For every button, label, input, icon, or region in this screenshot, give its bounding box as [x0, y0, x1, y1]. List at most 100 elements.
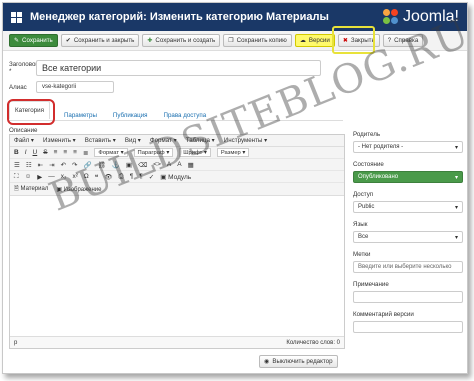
help-button[interactable]: ? Справка: [382, 34, 424, 47]
menu-view[interactable]: Вид ▾: [125, 137, 141, 144]
undo-icon[interactable]: ↶: [61, 161, 66, 169]
language-select[interactable]: Все ▾: [353, 231, 463, 243]
source-icon[interactable]: ¶: [139, 173, 143, 180]
tab-options[interactable]: Параметры: [62, 112, 99, 119]
chevron-down-icon: ▾: [454, 204, 458, 211]
outdent-icon[interactable]: ⇤: [38, 161, 43, 169]
save-button[interactable]: ✎ Сохранить: [9, 34, 58, 47]
editor-toolbar-row-2: ☰ ☷ ⇤ ⇥ ↶ ↷ 🔗 ⛓ ⚓ ▣ ⌫ <> A A ▦: [10, 159, 344, 171]
tab-highlight: [7, 99, 55, 125]
code-icon[interactable]: <>: [153, 161, 161, 168]
bullet-list-icon[interactable]: ☰: [14, 161, 20, 169]
toggle-editor-button[interactable]: ◉ Выключить редактор: [259, 355, 338, 368]
state-label: Состояние: [353, 161, 384, 168]
page-title: Менеджер категорий: Изменить категорию М…: [30, 11, 329, 23]
font-select[interactable]: Шрифт ▾: [179, 148, 211, 157]
alias-label: Алиас: [9, 83, 27, 91]
title-row: Заголовок * Все категории: [9, 60, 321, 76]
state-select[interactable]: Опубликовано ▾: [353, 171, 463, 183]
italic-icon[interactable]: I: [25, 149, 27, 156]
spellcheck-icon[interactable]: ✓: [149, 173, 154, 181]
versions-highlight: [332, 26, 375, 54]
menu-table[interactable]: Таблица ▾: [186, 137, 215, 144]
tab-publishing[interactable]: Публикация: [111, 112, 150, 119]
format-select[interactable]: Формат ▾: [94, 148, 128, 157]
menu-tools[interactable]: Инструменты ▾: [224, 137, 267, 144]
bold-icon[interactable]: B: [14, 149, 19, 156]
redo-icon[interactable]: ↷: [72, 161, 77, 169]
description-label: Описание: [9, 127, 38, 134]
indent-icon[interactable]: ⇥: [49, 161, 54, 169]
module-button[interactable]: ▣ Модуль: [160, 173, 191, 181]
title-input[interactable]: Все категории: [36, 60, 321, 76]
word-count: Количество слов: 0: [286, 339, 340, 346]
parent-label: Родитель: [353, 131, 381, 138]
fullscreen-icon[interactable]: ⛶: [14, 173, 19, 181]
toolbar: ✎ Сохранить ✔ Сохранить и закрыть ✚ Сохрани…: [3, 31, 467, 51]
article-button[interactable]: 🗎 Материал: [14, 184, 48, 194]
chevron-down-icon: ▾: [454, 234, 458, 241]
clear-format-icon[interactable]: ⌫: [138, 161, 147, 169]
access-select[interactable]: Public ▾: [353, 201, 463, 213]
background-color-icon[interactable]: A: [177, 161, 181, 168]
link-icon[interactable]: 🔗: [83, 161, 91, 169]
language-label: Язык: [353, 221, 368, 228]
print-icon[interactable]: ⎙: [119, 173, 124, 181]
paragraph-select[interactable]: Параграф ▾: [133, 148, 174, 157]
editor-menubar: Файл ▾ Изменить ▾ Вставить ▾ Вид ▾ Форма…: [10, 135, 344, 147]
align-left-icon[interactable]: ≡: [54, 149, 58, 156]
note-input[interactable]: [353, 291, 463, 303]
anchor-icon[interactable]: ⚓: [112, 161, 120, 169]
charmap-icon[interactable]: Ω: [84, 173, 89, 180]
emoticons-icon[interactable]: ☺: [25, 173, 32, 180]
save-close-button[interactable]: ✔ Сохранить и закрыть: [60, 34, 140, 47]
editor-toolbar-row-1: B I U S ≡ ≡ ≡ ≣ Формат ▾ Параграф ▾ Шриф…: [10, 147, 344, 159]
preview-icon[interactable]: 👁: [104, 173, 112, 181]
header-bar: Менеджер категорий: Изменить категорию М…: [3, 3, 467, 31]
app-window: Менеджер категорий: Изменить категорию М…: [2, 2, 468, 374]
save-copy-button[interactable]: ❐ Сохранить копию: [223, 34, 292, 47]
text-color-icon[interactable]: A: [167, 161, 171, 168]
media-icon[interactable]: ▶: [37, 173, 42, 181]
versions-button[interactable]: ☁ Версии: [294, 34, 335, 47]
image-button[interactable]: ▣ Изображение: [56, 186, 101, 193]
parent-select[interactable]: - Нет родителя - ▾: [353, 141, 463, 153]
size-select[interactable]: Размер ▾: [216, 148, 250, 157]
version-note-input[interactable]: [353, 321, 463, 333]
table-icon[interactable]: ▦: [188, 161, 194, 169]
sidebar: Родитель - Нет родителя - ▾ Состояние Опу…: [353, 127, 463, 333]
blockquote-icon[interactable]: ❝: [95, 173, 99, 181]
copy-icon: ❐: [228, 38, 234, 44]
chevron-down-icon: ▾: [454, 144, 458, 151]
tags-input[interactable]: Введите или выберите несколько: [353, 261, 463, 273]
unlink-icon[interactable]: ⛓: [98, 161, 106, 169]
menu-insert[interactable]: Вставить ▾: [85, 137, 116, 144]
strikethrough-icon[interactable]: S: [43, 149, 47, 156]
tab-permissions[interactable]: Права доступа: [162, 112, 209, 119]
alias-row: Алиас vse-kategorii: [9, 81, 114, 93]
hr-icon[interactable]: —: [48, 173, 55, 180]
joomla-logo[interactable]: Joomla!: [382, 8, 459, 26]
superscript-icon[interactable]: x²: [72, 173, 77, 180]
save-new-button[interactable]: ✚ Сохранить и создать: [142, 34, 221, 47]
align-justify-icon[interactable]: ≣: [83, 149, 88, 157]
chevron-down-icon: ▾: [454, 174, 458, 181]
menu-edit[interactable]: Изменить ▾: [43, 137, 76, 144]
pilcrow-icon[interactable]: ¶: [130, 173, 134, 180]
editor-content-area[interactable]: [10, 210, 344, 336]
editor-statusbar: p Количество слов: 0: [10, 336, 344, 348]
versions-icon: ☁: [299, 38, 306, 44]
underline-icon[interactable]: U: [33, 149, 38, 156]
eye-icon: ◉: [264, 358, 270, 365]
align-center-icon[interactable]: ≡: [63, 149, 67, 156]
image-icon[interactable]: ▣: [126, 161, 132, 169]
plus-icon: ✚: [147, 38, 153, 44]
align-right-icon[interactable]: ≡: [73, 149, 77, 156]
subscript-icon[interactable]: x₂: [61, 173, 67, 180]
alias-input[interactable]: vse-kategorii: [36, 81, 114, 93]
note-label: Примечание: [353, 281, 389, 288]
numbered-list-icon[interactable]: ☷: [26, 161, 32, 169]
editor-extension-buttons: 🗎 Материал ▣ Изображение: [10, 183, 344, 196]
menu-format[interactable]: Формат ▾: [150, 137, 177, 144]
menu-file[interactable]: Файл ▾: [14, 137, 34, 144]
